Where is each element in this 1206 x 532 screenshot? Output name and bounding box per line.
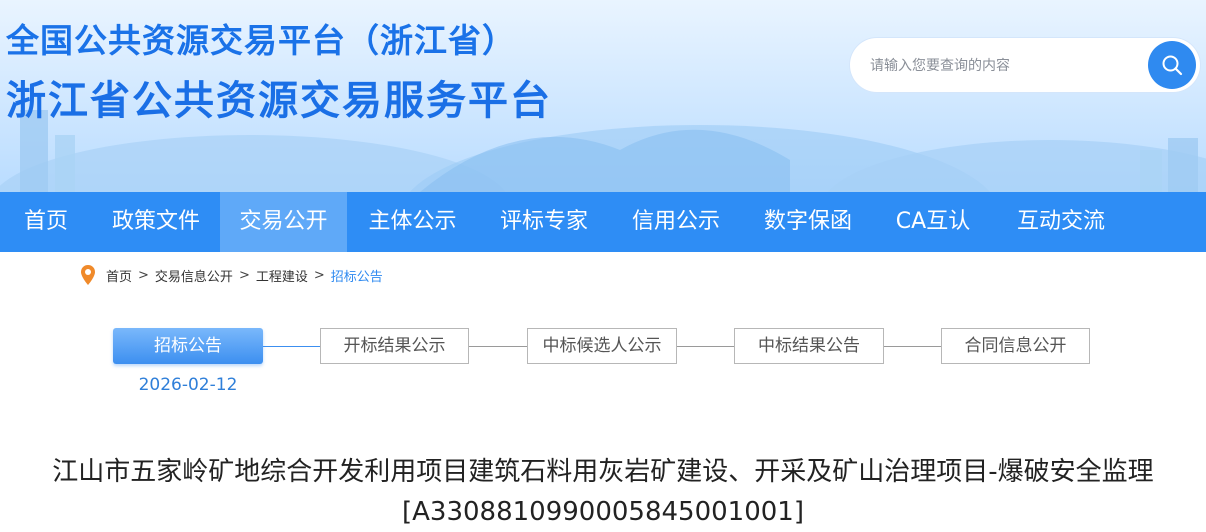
nav-item-experts[interactable]: 评标专家 [478, 192, 610, 252]
nav-item-entity-publicity[interactable]: 主体公示 [347, 192, 478, 252]
nav-item-home[interactable]: 首页 [0, 192, 92, 252]
nav-item-credit[interactable]: 信用公示 [610, 192, 742, 252]
step-connector [677, 346, 734, 347]
header-banner: 全国公共资源交易平台（浙江省） 浙江省公共资源交易服务平台 [0, 0, 1206, 192]
nav-item-ca[interactable]: CA互认 [874, 192, 992, 252]
article-title: 江山市五家岭矿地综合开发利用项目建筑石料用灰岩矿建设、开采及矿山治理项目-爆破安… [52, 457, 1154, 527]
nav-item-interaction[interactable]: 互动交流 [992, 192, 1130, 252]
step-connector [469, 346, 527, 347]
search-box [850, 38, 1200, 92]
breadcrumb-separator: > [238, 267, 250, 283]
step-date: 2026-02-12 [138, 375, 238, 395]
search-button[interactable] [1148, 41, 1196, 89]
nav-item-trade-disclosure[interactable]: 交易公开 [220, 192, 347, 252]
breadcrumb-separator: > [138, 267, 149, 283]
breadcrumb-current: 招标公告 [330, 269, 383, 285]
step-tender-notice[interactable]: 招标公告 [113, 328, 263, 364]
step-contract-info[interactable]: 合同信息公开 [941, 328, 1090, 364]
nav-item-digital-guarantee[interactable]: 数字保函 [742, 192, 874, 252]
step-bid-opening-result[interactable]: 开标结果公示 [320, 328, 469, 364]
search-input[interactable] [868, 52, 1132, 80]
nav-item-policy[interactable]: 政策文件 [92, 192, 220, 252]
main-nav: 首页 政策文件 交易公开 主体公示 评标专家 信用公示 数字保函 CA互认 互动… [0, 192, 1206, 252]
step-connector [884, 346, 941, 347]
platform-title-province: 浙江省公共资源交易服务平台 [6, 78, 552, 124]
step-candidate-publicity[interactable]: 中标候选人公示 [527, 328, 677, 364]
breadcrumb: 首页 > 交易信息公开 > 工程建设 > 招标公告 [80, 264, 383, 286]
breadcrumb-separator: > [313, 267, 325, 283]
breadcrumb-home[interactable]: 首页 [106, 266, 132, 285]
step-connector [263, 346, 320, 347]
location-pin-icon [81, 265, 95, 285]
breadcrumb-trade-info[interactable]: 交易信息公开 [155, 266, 233, 285]
search-icon [1162, 55, 1183, 76]
breadcrumb-engineering[interactable]: 工程建设 [256, 266, 308, 285]
step-award-result[interactable]: 中标结果公告 [734, 328, 884, 364]
platform-title-national: 全国公共资源交易平台（浙江省） [6, 21, 516, 60]
